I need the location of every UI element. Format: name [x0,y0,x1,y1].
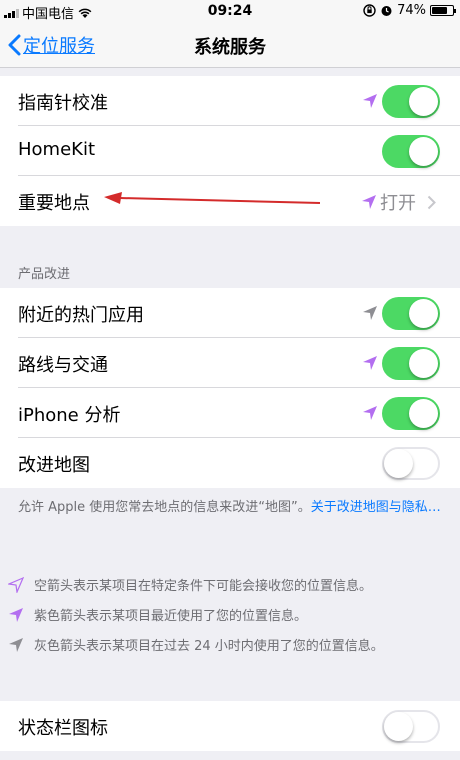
legend-gray-arrow: 灰色箭头表示某项目在过去 24 小时内使用了您的位置信息。 [8,635,384,654]
toggle-knob [409,137,438,166]
location-arrow-purple-icon [362,195,376,209]
toggle-knob [409,87,438,116]
status-bar: 中国电信 09:24 74% [0,0,460,22]
iphone-analytics-label: iPhone 分析 [18,405,121,426]
status-bar-icon-toggle[interactable] [382,710,440,743]
routing-traffic-label: 路线与交通 [18,355,108,376]
row-significant-locations[interactable]: 重要地点 打开 [0,176,460,226]
improve-maps-privacy-link[interactable]: 关于改进地图与隐私… [311,500,441,515]
chevron-right-icon [427,195,436,209]
battery-level [432,7,447,14]
legend-purple-arrow: 紫色箭头表示某项目最近使用了您的位置信息。 [8,605,307,624]
row-homekit: HomeKit [0,126,460,176]
annotation-arrow [104,192,321,204]
improve-maps-footer: 允许 Apple 使用您常去地点的信息来改进“地图”。关于改进地图与隐私… [18,498,442,517]
status-bar-icon-label: 状态栏图标 [18,718,108,739]
iphone-analytics-toggle[interactable] [382,397,440,430]
popular-near-me-label: 附近的热门应用 [18,305,144,326]
homekit-label: HomeKit [18,139,96,160]
legend-gray-text: 灰色箭头表示某项目在过去 24 小时内使用了您的位置信息。 [34,639,384,654]
location-arrow-gray-icon [9,637,23,652]
location-arrow-purple-icon [363,94,377,108]
status-right: 74% [363,3,456,18]
location-arrow-purple-icon [9,607,23,622]
routing-traffic-toggle[interactable] [382,347,440,380]
row-improve-maps: 改进地图 [0,438,460,488]
section-header-product-improvement: 产品改进 [18,267,71,282]
improve-maps-toggle[interactable] [382,447,440,480]
improve-maps-footer-text: 允许 Apple 使用您常去地点的信息来改进“地图”。 [18,500,311,515]
significant-locations-status: 打开 [380,193,416,214]
row-popular-near-me: 附近的热门应用 [0,288,460,338]
toggle-knob [409,299,438,328]
improve-maps-label: 改进地图 [18,455,90,476]
compass-calibration-label: 指南针校准 [18,93,108,114]
significant-locations-label: 重要地点 [18,193,90,214]
page-title: 系统服务 [194,37,266,58]
row-iphone-analytics: iPhone 分析 [0,388,460,438]
compass-calibration-toggle[interactable] [382,85,440,118]
toggle-knob [384,712,413,741]
toggle-knob [409,349,438,378]
location-arrow-purple-icon [363,356,377,370]
row-status-bar-icon: 状态栏图标 [0,701,460,751]
navigation-bar: 定位服务 系统服务 [0,22,460,68]
alarm-icon [381,6,392,16]
rotation-lock-icon [363,4,376,17]
battery-icon [430,5,456,16]
homekit-toggle[interactable] [382,135,440,168]
significant-locations-value: 打开 [361,189,436,215]
location-arrow-gray-icon [363,306,377,320]
toggle-knob [384,449,413,478]
legend-hollow-text: 空箭头表示某项目在特定条件下可能会接收您的位置信息。 [34,579,373,594]
popular-near-me-toggle[interactable] [382,297,440,330]
location-arrow-hollow-icon [8,576,24,593]
row-compass-calibration: 指南针校准 [0,76,460,126]
battery-percent: 74% [397,3,426,18]
legend-purple-text: 紫色箭头表示某项目最近使用了您的位置信息。 [34,609,308,624]
legend-hollow-arrow: 空箭头表示某项目在特定条件下可能会接收您的位置信息。 [8,575,372,594]
toggle-knob [409,399,438,428]
location-arrow-purple-icon [363,406,377,420]
row-routing-traffic: 路线与交通 [0,338,460,388]
